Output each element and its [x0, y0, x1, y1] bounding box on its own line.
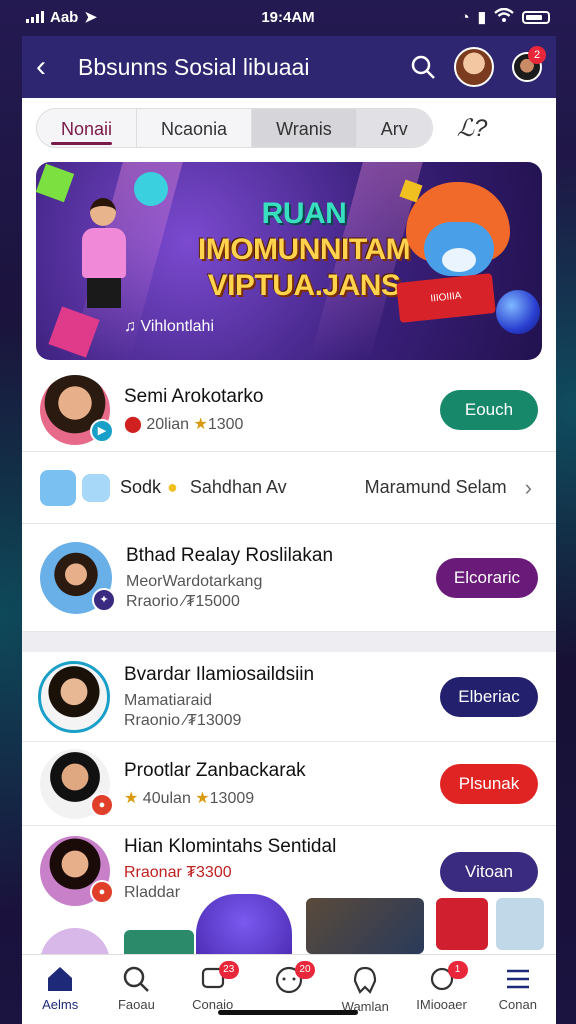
- bear-thumbnail[interactable]: [196, 894, 292, 954]
- status-left: Aab ➤: [26, 8, 97, 26]
- list-item-text: Prootlar Zanbackarak ★ 40ulan ★13009: [124, 760, 440, 808]
- filter-left: Sodk: [120, 477, 162, 497]
- tab-bar: Nonaii Ncaonia Wranis Arv: [36, 108, 433, 148]
- user-subtitle: Mamatiaraid: [124, 691, 213, 709]
- nav-badge: 23: [218, 961, 239, 979]
- nav-menu[interactable]: Conan: [480, 955, 556, 1024]
- notification-badge: 2: [528, 46, 546, 64]
- ghost-icon: [354, 966, 377, 994]
- thumbnail[interactable]: [306, 898, 424, 954]
- home-indicator[interactable]: [218, 1010, 358, 1015]
- home-icon: [48, 967, 73, 991]
- filter-row[interactable]: Sodk ● Sahdhan Av Maramund Selam ›: [22, 452, 556, 524]
- user-subtitle: Rraonar ₮3300: [124, 864, 232, 881]
- chevron-right-icon[interactable]: ›: [525, 475, 532, 501]
- tab-ncaonia[interactable]: Ncaonia: [137, 109, 253, 147]
- avatar: ✦: [40, 541, 116, 614]
- list-item-text: Bvardar Ilamiosaildsiin Mamatiaraid Rrao…: [124, 664, 440, 730]
- status-bar: Aab ➤ 19:4AM ◔ ▮: [0, 0, 576, 34]
- user-detail: Rraorio ∕₮15000: [126, 592, 240, 610]
- main-content: Nonaii Ncaonia Wranis Arv ℒ? RUAN IMOMUN…: [22, 98, 556, 954]
- avatar: [38, 660, 110, 733]
- carrier-label: Aab: [50, 8, 79, 26]
- star-icon: ★: [195, 789, 210, 807]
- elberiac-button[interactable]: Elberiac: [440, 676, 538, 717]
- signal-icon: [26, 11, 44, 23]
- nav-home[interactable]: Aelms: [22, 955, 98, 1024]
- list-item[interactable]: ✦ Bthad Realay Roslilakan MeorWardotarka…: [22, 524, 556, 632]
- user-name: Bvardar Ilamiosaildsiin: [124, 663, 315, 685]
- cube-decoration: [36, 163, 75, 203]
- pin-icon: ⬤: [124, 415, 142, 433]
- list-item[interactable]: ▶ Semi Arokotarko ⬤ 20lian ★1300 Eouch: [22, 368, 556, 452]
- nav-search[interactable]: Faoau: [98, 955, 174, 1024]
- cellular-icon: ▮: [477, 9, 486, 26]
- thumbnail[interactable]: [40, 928, 110, 954]
- list-item[interactable]: ● Prootlar Zanbackarak ★ 40ulan ★13009 P…: [22, 742, 556, 826]
- nav-badge: 1: [447, 961, 468, 979]
- coin-icon: ●: [167, 477, 178, 497]
- user-meta: ★ 40ulan ★13009: [124, 789, 255, 807]
- tab-arv[interactable]: Arv: [356, 109, 432, 147]
- location-icon: ➤: [84, 9, 97, 26]
- tab-wranis[interactable]: Wranis: [252, 109, 357, 147]
- play-icon: ▶: [90, 418, 114, 443]
- thumbnail[interactable]: [124, 930, 194, 954]
- flame-icon: ●: [90, 792, 114, 817]
- user-name: Hian Klomintahs Sentidal: [124, 836, 337, 857]
- thumbnail[interactable]: [436, 898, 488, 950]
- user-subtitle: MeorWardotarkang: [126, 572, 263, 590]
- search-icon[interactable]: [410, 54, 436, 80]
- banner-subtitle: ♫ Vihlontlahi: [124, 318, 214, 335]
- avatar: ●: [40, 748, 114, 819]
- vitoan-button[interactable]: Vitoan: [440, 852, 538, 892]
- app-header: ‹ Bbsunns Sosial libuaai 2: [22, 36, 556, 98]
- plsunak-button[interactable]: Plsunak: [440, 763, 538, 804]
- filter-middle: Sahdhan Av: [189, 477, 287, 497]
- character-icon: [40, 469, 76, 506]
- filter-icons: [40, 469, 110, 506]
- book-label: IIIOIIIA: [429, 290, 462, 305]
- user-name: Prootlar Zanbackarak: [124, 759, 306, 781]
- user-name: Semi Arokotarko: [124, 385, 264, 407]
- avatar: ▶: [40, 374, 114, 445]
- star-badge-icon: ✦: [92, 587, 116, 612]
- back-icon[interactable]: ‹: [36, 50, 72, 84]
- status-right: ◔ ▮: [460, 7, 550, 26]
- elcoraric-button[interactable]: Elcoraric: [435, 557, 538, 598]
- promo-banner[interactable]: RUAN IMOMUNNITAM VIPTUA.JANS ♫ Vihlontla…: [36, 162, 542, 360]
- star-icon: ★: [193, 415, 208, 433]
- star-icon: ★: [124, 789, 139, 807]
- profile-avatar[interactable]: [454, 47, 494, 87]
- help-icon[interactable]: ℒ?: [457, 114, 488, 143]
- section-divider: [22, 632, 556, 652]
- menu-icon: [506, 969, 529, 989]
- singer-figure: [76, 198, 136, 308]
- user-list: ▶ Semi Arokotarko ⬤ 20lian ★1300 Eouch S…: [22, 368, 556, 916]
- list-item-text: Hian Klomintahs Sentidal Rraonar ₮3300 R…: [124, 836, 440, 902]
- friend-avatar[interactable]: 2: [512, 46, 546, 82]
- nav-notifications[interactable]: 1 IMiooaer: [403, 955, 479, 1024]
- battery-icon: [522, 10, 550, 24]
- nav-badge: 20: [294, 961, 315, 979]
- alarm-icon: ◔: [460, 8, 470, 26]
- music-note-icon: ♫: [124, 318, 141, 335]
- ball-decoration: [496, 290, 540, 334]
- thumbnail-strip: [22, 894, 556, 954]
- tabs-row: Nonaii Ncaonia Wranis Arv ℒ?: [36, 108, 487, 148]
- list-item[interactable]: Bvardar Ilamiosaildsiin Mamatiaraid Rrao…: [22, 652, 556, 742]
- character-icon: [82, 473, 110, 502]
- user-meta: ⬤ 20lian ★1300: [124, 415, 244, 433]
- list-item-text: Bthad Realay Roslilakan MeorWardotarkang…: [126, 545, 436, 611]
- search-icon: [124, 966, 150, 992]
- user-name: Bthad Realay Roslilakan: [126, 544, 334, 566]
- tab-nonaii[interactable]: Nonaii: [37, 109, 138, 147]
- filter-right: Maramund Selam: [364, 477, 507, 497]
- list-item-text: Semi Arokotarko ⬤ 20lian ★1300: [124, 386, 440, 434]
- wifi-icon: [494, 7, 514, 26]
- eouch-button[interactable]: Eouch: [440, 389, 538, 430]
- thumbnail[interactable]: [496, 898, 544, 950]
- page-title: Bbsunns Sosial libuaai: [78, 53, 310, 80]
- user-detail: Rraonio ∕₮13009: [124, 711, 242, 729]
